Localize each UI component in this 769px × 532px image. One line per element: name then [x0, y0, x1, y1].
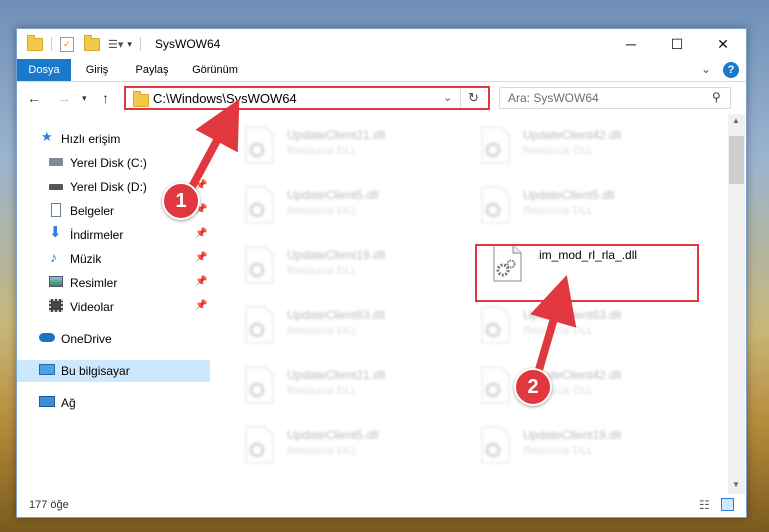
annotation-arrows — [182, 98, 577, 384]
step-2-badge: 2 — [514, 368, 552, 406]
step-1-badge: 1 — [162, 182, 200, 220]
arrow-to-file — [530, 274, 577, 384]
